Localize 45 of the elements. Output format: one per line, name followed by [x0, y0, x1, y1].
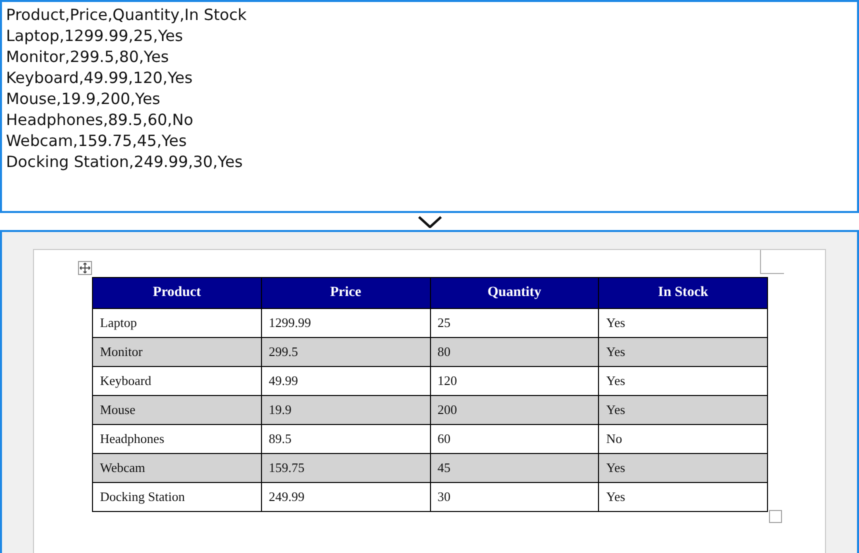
table-cell: No — [598, 424, 768, 454]
csv-line: Laptop,1299.99,25,Yes — [6, 26, 184, 47]
table-cell: 49.99 — [261, 366, 430, 396]
table-cell: 80 — [430, 338, 599, 366]
table-cell: 1299.99 — [261, 308, 430, 338]
table-cell: Webcam — [92, 454, 262, 482]
table-cell: Yes — [598, 482, 768, 512]
margin-corner-mark — [760, 250, 784, 274]
end-mark — [769, 510, 782, 523]
table-cell: Yes — [598, 396, 768, 424]
chevron-down-icon[interactable] — [418, 216, 442, 228]
column-header: Quantity — [430, 278, 599, 308]
table-cell: Monitor — [92, 338, 262, 366]
csv-line: Docking Station,249.99,30,Yes — [6, 152, 244, 173]
table-cell: Yes — [598, 308, 768, 338]
table-cell: Docking Station — [92, 482, 262, 512]
table-cell: 89.5 — [261, 424, 430, 454]
csv-line: Monitor,299.5,80,Yes — [6, 47, 170, 68]
move-handle-icon[interactable] — [78, 261, 92, 275]
table-cell: 30 — [430, 482, 599, 512]
table-cell: 25 — [430, 308, 599, 338]
table-cell: Laptop — [92, 308, 262, 338]
table-cell: Yes — [598, 338, 768, 366]
table-cell: Mouse — [92, 396, 262, 424]
csv-line: Keyboard,49.99,120,Yes — [6, 68, 194, 89]
csv-line: Webcam,159.75,45,Yes — [6, 131, 188, 152]
csv-line: Mouse,19.9,200,Yes — [6, 89, 162, 110]
table-cell: 249.99 — [261, 482, 430, 512]
table-cell: Yes — [598, 454, 768, 482]
table-cell: 200 — [430, 396, 599, 424]
table-cell: Yes — [598, 366, 768, 396]
column-header: Product — [92, 278, 262, 308]
table-cell: 120 — [430, 366, 599, 396]
table-cell: 159.75 — [261, 454, 430, 482]
csv-line: Headphones,89.5,60,No — [6, 110, 194, 131]
column-header: Price — [261, 278, 430, 308]
table-cell: 60 — [430, 424, 599, 454]
csv-line: Product,Price,Quantity,In Stock — [6, 5, 248, 26]
table-cell: 19.9 — [261, 396, 430, 424]
table-cell: 45 — [430, 454, 599, 482]
table-cell: Keyboard — [92, 366, 262, 396]
csv-text-area[interactable]: Product,Price,Quantity,In Stock Laptop,1299.99,25,Yes Monitor,299.5,80,Yes Keyboard,49.99,120,Yes Mouse,19.9,200,Yes Headphones,89.5,60,No Webcam,159.75,45,Yes Docking Station,249.99,30,Yes — [0, 0, 859, 213]
column-header: In Stock — [598, 278, 768, 308]
table-cell: Headphones — [92, 424, 262, 454]
table-cell: 299.5 — [261, 338, 430, 366]
